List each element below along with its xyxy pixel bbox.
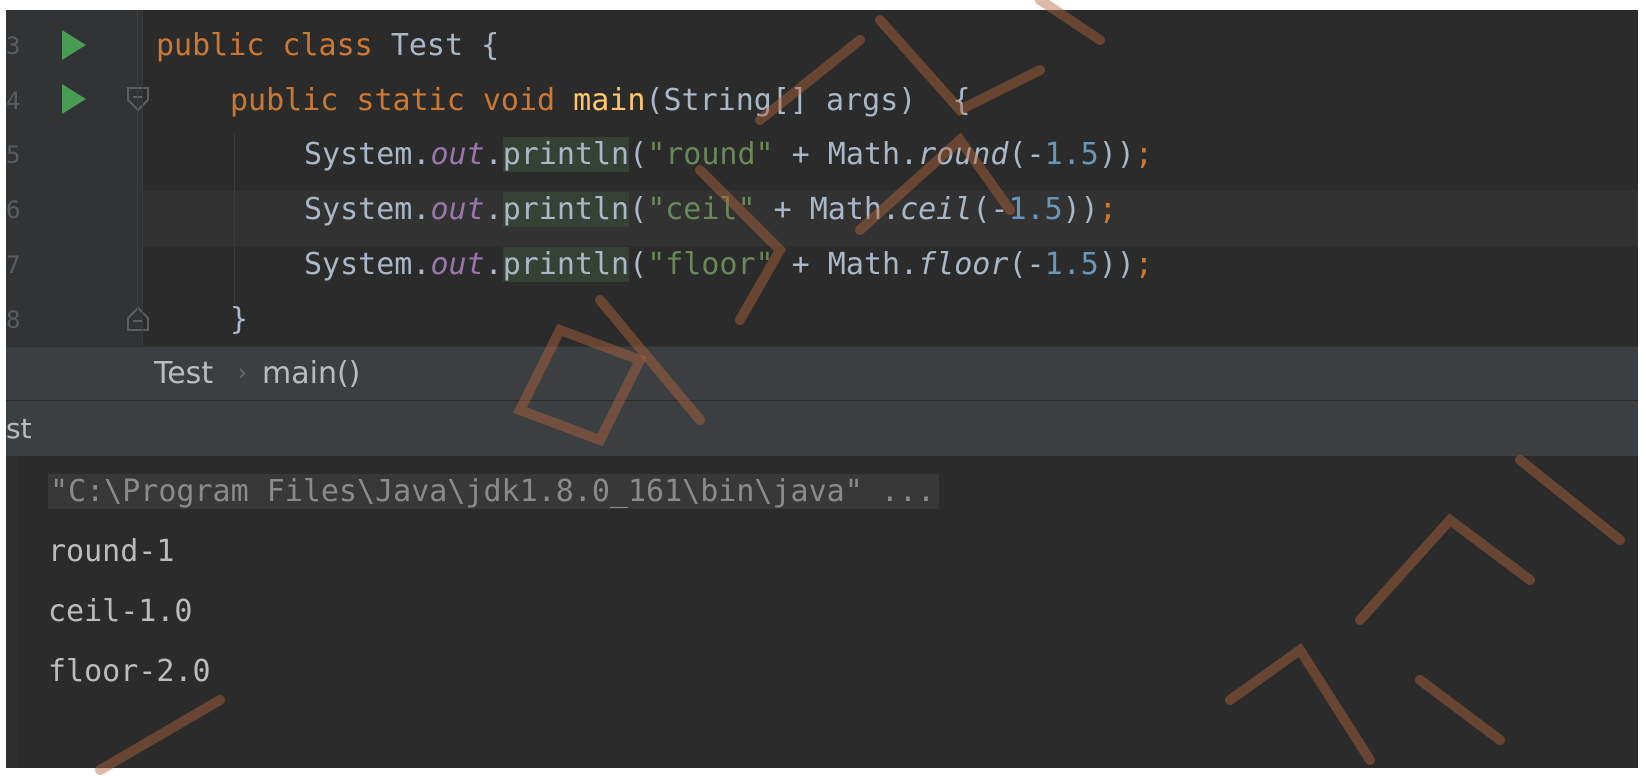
breadcrumb-item-method[interactable]: main() bbox=[262, 347, 360, 401]
code-token: System. bbox=[304, 137, 431, 172]
breadcrumb-separator: › bbox=[238, 361, 247, 386]
run-tool-window-header: st bbox=[6, 400, 1638, 458]
code-token: ( bbox=[629, 192, 648, 227]
code-token: (- bbox=[1008, 137, 1045, 172]
console-output-line: round-1 bbox=[48, 534, 175, 569]
run-main-icon[interactable] bbox=[62, 84, 86, 114]
code-token: System. bbox=[304, 247, 431, 282]
gutter-divider bbox=[142, 10, 143, 350]
code-editor[interactable]: 3 4 5 6 7 8 public class Test { public s… bbox=[6, 10, 1638, 350]
code-token: ; bbox=[1134, 247, 1153, 282]
code-token: )) bbox=[1062, 192, 1099, 227]
code-token: out bbox=[430, 247, 485, 282]
code-token: println bbox=[502, 192, 630, 227]
breadcrumb-item-class[interactable]: Test bbox=[154, 347, 213, 401]
code-token: { bbox=[481, 28, 500, 63]
code-token: ( bbox=[629, 247, 648, 282]
code-token: 1.5 bbox=[1044, 137, 1099, 172]
code-token: "round" bbox=[647, 137, 774, 172]
code-token: out bbox=[430, 137, 485, 172]
breadcrumb: Test › main() bbox=[6, 346, 1638, 401]
code-token: out bbox=[430, 192, 485, 227]
code-token: (- bbox=[972, 192, 1009, 227]
run-console[interactable]: "C:\Program Files\Java\jdk1.8.0_161\bin\… bbox=[6, 456, 1638, 768]
console-command-line[interactable]: "C:\Program Files\Java\jdk1.8.0_161\bin\… bbox=[48, 464, 940, 520]
line-number: 3 bbox=[6, 32, 21, 60]
code-token: 1.5 bbox=[1044, 247, 1099, 282]
line-number: 6 bbox=[6, 196, 21, 224]
indent-guide bbox=[234, 134, 235, 304]
code-line[interactable]: public static void main(String[] args) { bbox=[230, 73, 971, 129]
code-token: System. bbox=[304, 192, 431, 227]
code-token: )) bbox=[1098, 247, 1135, 282]
fold-marker-icon[interactable] bbox=[126, 86, 150, 112]
code-token: (String[] args) { bbox=[645, 83, 971, 118]
code-line[interactable]: System.out.println("round" + Math.round(… bbox=[304, 127, 1153, 183]
line-number: 4 bbox=[6, 87, 21, 115]
code-token: main bbox=[573, 83, 646, 118]
ide-window: 3 4 5 6 7 8 public class Test { public s… bbox=[6, 10, 1638, 768]
console-output-line: ceil-1.0 bbox=[48, 594, 193, 629]
code-token: "floor" bbox=[647, 247, 774, 282]
console-output-line: floor-2.0 bbox=[48, 654, 211, 689]
code-token: println bbox=[502, 247, 630, 282]
code-token: floor bbox=[918, 247, 1009, 282]
code-token: + Math. bbox=[773, 247, 919, 282]
code-token: Test bbox=[390, 28, 482, 63]
code-line[interactable]: System.out.println("ceil" + Math.ceil(-1… bbox=[304, 182, 1117, 238]
code-token: public class bbox=[156, 28, 391, 63]
fold-end-icon[interactable] bbox=[126, 306, 150, 331]
code-token: . bbox=[484, 137, 503, 172]
code-token: ; bbox=[1098, 192, 1117, 227]
code-token: ; bbox=[1134, 137, 1153, 172]
code-token: . bbox=[484, 192, 503, 227]
code-token: 1.5 bbox=[1008, 192, 1063, 227]
editor-gutter: 3 4 5 6 7 8 bbox=[6, 10, 149, 350]
code-token: (- bbox=[1008, 247, 1045, 282]
code-token: + Math. bbox=[755, 192, 901, 227]
code-token: . bbox=[484, 247, 503, 282]
run-class-icon[interactable] bbox=[62, 30, 86, 60]
code-line[interactable]: } bbox=[230, 292, 248, 348]
fold-guide bbox=[137, 10, 138, 310]
line-number: 5 bbox=[6, 141, 21, 169]
code-line[interactable]: System.out.println("floor" + Math.floor(… bbox=[304, 237, 1153, 293]
code-token: ( bbox=[629, 137, 648, 172]
code-token: public static void bbox=[230, 83, 574, 118]
console-command[interactable]: "C:\Program Files\Java\jdk1.8.0_161\bin\… bbox=[48, 474, 940, 509]
run-tab[interactable]: st bbox=[6, 401, 32, 457]
code-token: )) bbox=[1098, 137, 1135, 172]
code-token: println bbox=[502, 137, 630, 172]
code-token: ceil bbox=[900, 192, 973, 227]
console-toolbar-edge bbox=[6, 456, 18, 768]
code-token: } bbox=[230, 302, 249, 337]
code-token: round bbox=[918, 137, 1009, 172]
code-line[interactable]: public class Test { bbox=[156, 18, 499, 74]
code-token: "ceil" bbox=[647, 192, 756, 227]
line-number: 8 bbox=[6, 306, 21, 334]
line-number: 7 bbox=[6, 251, 21, 279]
code-token: + Math. bbox=[773, 137, 919, 172]
